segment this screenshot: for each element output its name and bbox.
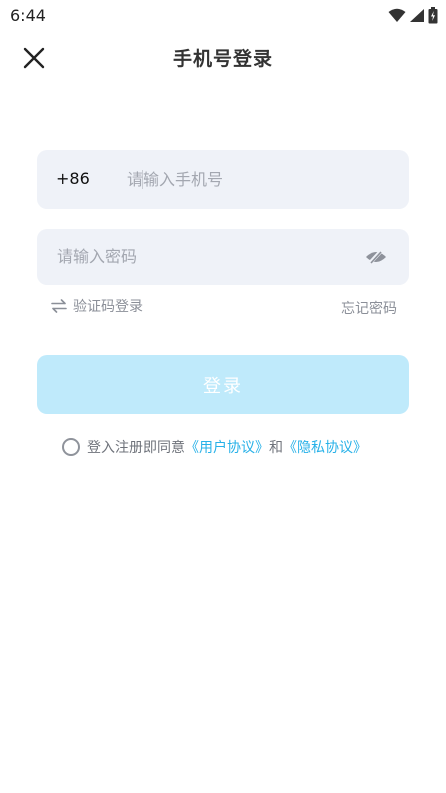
battery-icon (428, 6, 438, 24)
login-page: 6:44 手机号登录 +86 请输入手机号 验证码登录 忘记密码 登录 登入注册… (0, 0, 446, 793)
swap-arrows-icon (51, 299, 67, 313)
user-agreement-link[interactable]: 《用户协议》 (185, 437, 269, 457)
status-bar: 6:44 (0, 0, 446, 30)
country-code-selector[interactable]: +86 (56, 169, 90, 188)
eye-slash-icon (366, 248, 386, 266)
signal-icon (409, 8, 425, 23)
header: 手机号登录 (0, 36, 446, 80)
phone-field: +86 (37, 150, 409, 209)
agreement-checkbox[interactable] (62, 438, 80, 456)
password-field (37, 229, 409, 285)
helper-row: 验证码登录 忘记密码 (37, 296, 409, 318)
wifi-icon (388, 8, 406, 23)
password-visibility-toggle[interactable] (365, 246, 387, 268)
login-button[interactable]: 登录 (37, 355, 409, 414)
switch-to-sms-login[interactable]: 验证码登录 (51, 296, 143, 316)
forgot-password-link[interactable]: 忘记密码 (341, 298, 397, 318)
agreement-row: 登入注册即同意 《用户协议》 和 《隐私协议》 (62, 437, 367, 457)
status-icons (388, 5, 438, 25)
page-title: 手机号登录 (172, 48, 273, 70)
password-input[interactable] (57, 243, 357, 269)
agreement-prefix: 登入注册即同意 (87, 440, 185, 456)
privacy-policy-link[interactable]: 《隐私协议》 (283, 437, 367, 457)
switch-login-label: 验证码登录 (73, 299, 143, 315)
phone-input[interactable] (127, 166, 387, 192)
status-time: 6:44 (10, 6, 46, 25)
agreement-and: 和 (269, 440, 283, 456)
